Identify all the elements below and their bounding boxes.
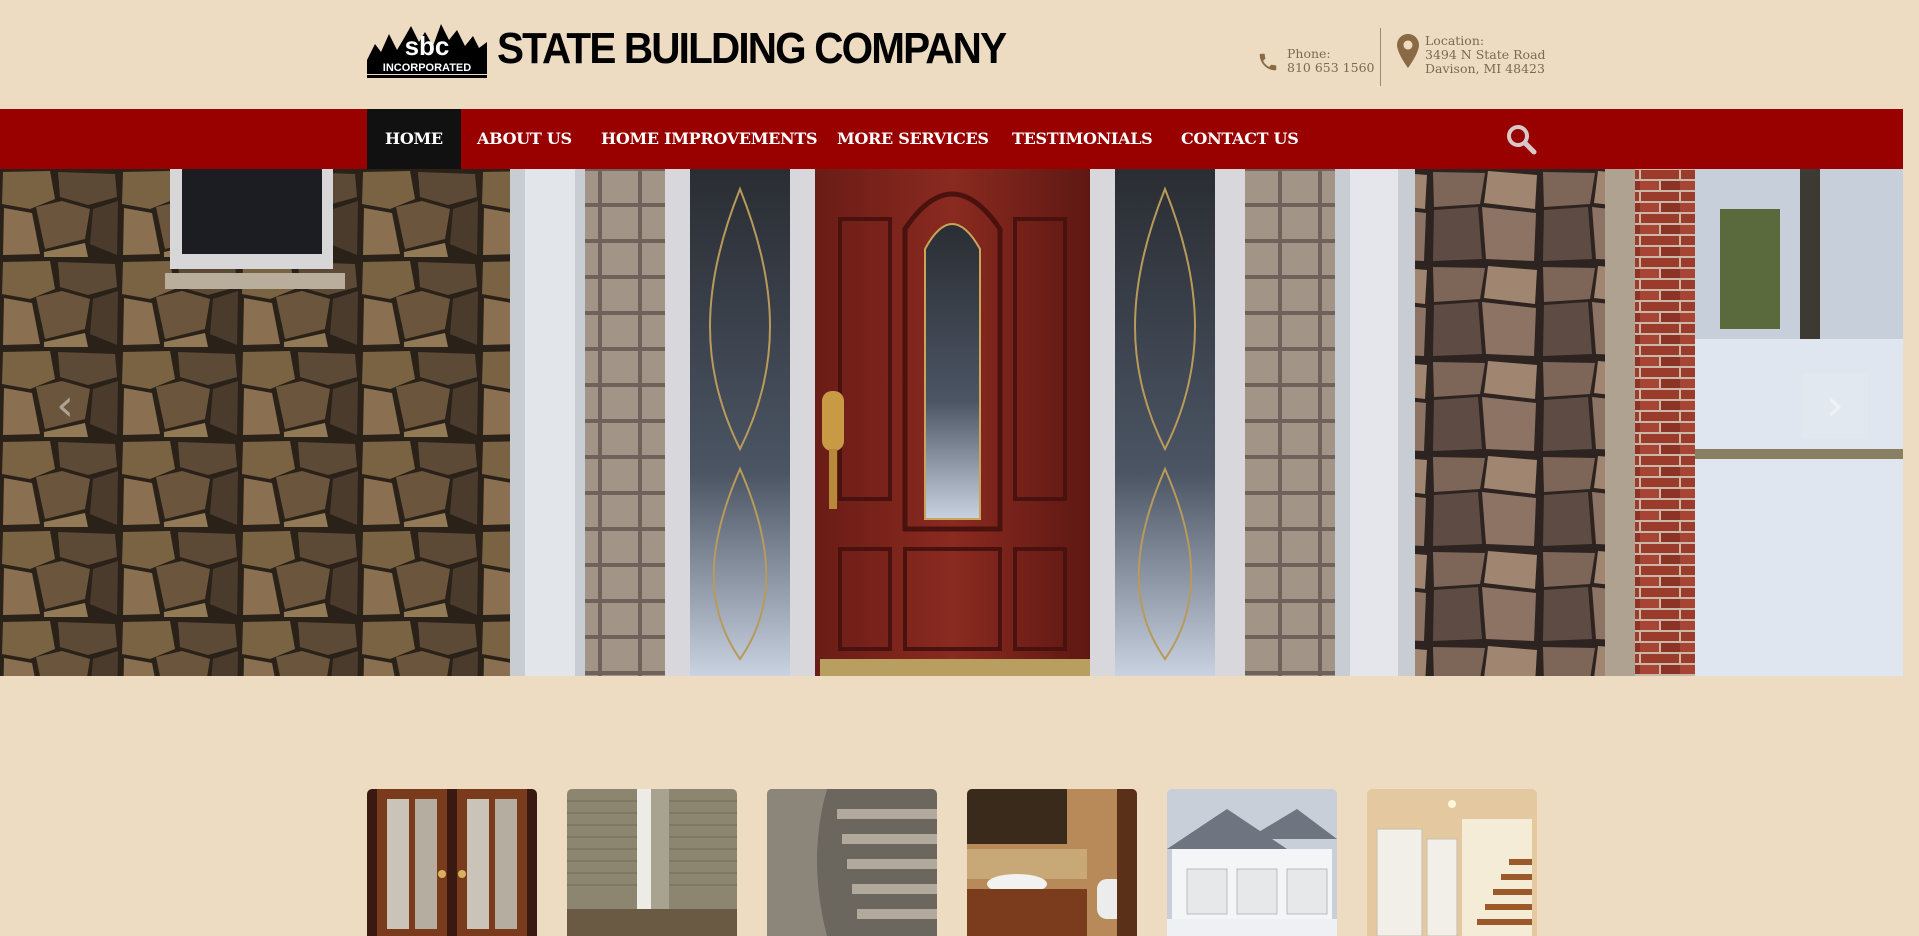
location-label: Location: [1425, 33, 1485, 48]
location-info: Location: 3494 N State Road Davison, MI … [1397, 34, 1546, 76]
phone-number[interactable]: 810 653 1560 [1287, 61, 1374, 75]
thumbnail-bathroom[interactable] [967, 789, 1137, 936]
carousel-next-button[interactable]: › [1802, 373, 1868, 439]
chevron-right-icon: › [1826, 380, 1844, 431]
company-logo[interactable]: sbc INCORPORATED [367, 22, 487, 79]
company-name[interactable]: STATE BUILDING COMPANY [497, 24, 1007, 74]
nav-item-home-improvements[interactable]: HOME IMPROVEMENTS [601, 109, 818, 169]
phone-icon [1259, 53, 1277, 71]
nav-item-about-us[interactable]: ABOUT US [477, 109, 572, 169]
hero-image [0, 169, 1903, 676]
logo-subtext: INCORPORATED [383, 62, 471, 74]
nav-item-contact-us[interactable]: CONTACT US [1181, 109, 1299, 169]
header-divider [1380, 28, 1381, 86]
site-header: sbc INCORPORATED STATE BUILDING COMPANY … [0, 0, 1903, 109]
hero-carousel: ‹ › [0, 169, 1903, 676]
phone-label: Phone: [1287, 46, 1331, 61]
address-line1: 3494 N State Road [1425, 47, 1546, 62]
search-icon[interactable] [1505, 123, 1537, 155]
main-nav: HOME ABOUT US HOME IMPROVEMENTS MORE SER… [0, 109, 1903, 169]
carousel-prev-button[interactable]: ‹ [32, 373, 98, 439]
phone-info: Phone: 810 653 1560 [1257, 47, 1374, 75]
thumbnail-garage[interactable] [1167, 789, 1337, 936]
map-pin-icon [1397, 34, 1419, 68]
nav-item-testimonials[interactable]: TESTIMONIALS [1012, 109, 1153, 169]
thumbnail-siding[interactable] [567, 789, 737, 936]
logo-mark: sbc [405, 31, 450, 61]
thumbnail-doors[interactable] [367, 789, 537, 936]
address-line2: Davison, MI 48423 [1425, 61, 1545, 76]
nav-item-home[interactable]: HOME [367, 109, 461, 169]
thumbnail-basement[interactable] [1367, 789, 1537, 936]
nav-item-more-services[interactable]: MORE SERVICES [837, 109, 989, 169]
chevron-left-icon: ‹ [56, 380, 74, 431]
thumbnail-stone-steps[interactable] [767, 789, 937, 936]
